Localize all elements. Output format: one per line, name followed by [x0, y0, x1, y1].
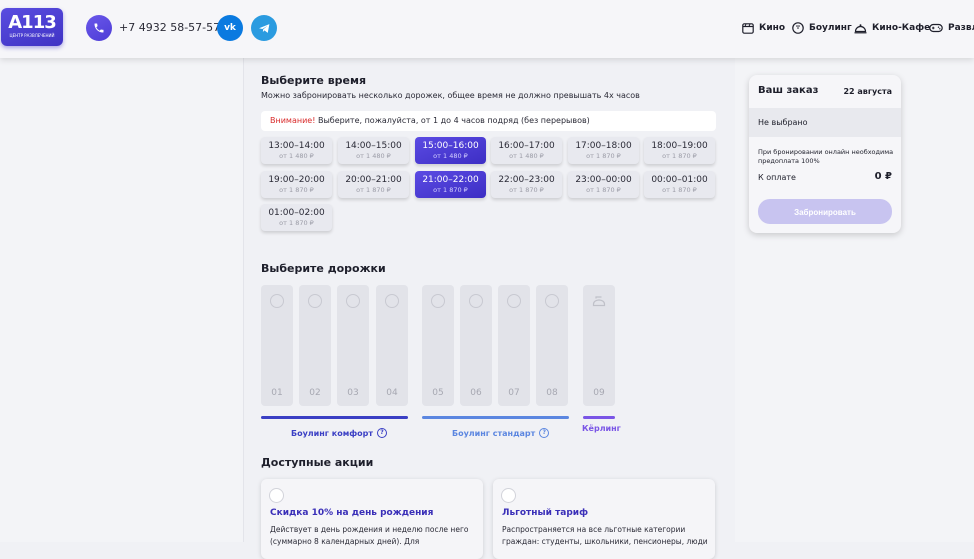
- time-slot-price: от 1 870 ₽: [662, 152, 697, 160]
- radio-circle-icon: [346, 294, 360, 308]
- time-slot-time: 17:00–18:00: [575, 141, 632, 151]
- pay-sum: 0 ₽: [874, 171, 892, 182]
- time-slot-time: 18:00–19:00: [651, 141, 708, 151]
- lane-09[interactable]: 09: [583, 285, 615, 406]
- telegram-icon[interactable]: [251, 15, 277, 41]
- lanes-section-title: Выберите дорожки: [261, 262, 386, 275]
- radio-circle-icon: [308, 294, 322, 308]
- order-header: Ваш заказ 22 августа: [749, 75, 901, 108]
- nav-item-razvlecheniya[interactable]: Развлечения: [929, 21, 974, 35]
- time-section-subtitle: Можно забронировать несколько дорожек, о…: [261, 91, 640, 100]
- time-slot[interactable]: 18:00–19:00 от 1 870 ₽: [644, 137, 715, 164]
- time-slot-price: от 1 870 ₽: [356, 186, 391, 194]
- time-slot-time: 19:00–20:00: [268, 175, 325, 185]
- time-slot-time: 01:00–02:00: [268, 208, 325, 218]
- time-slot[interactable]: 01:00–02:00 от 1 870 ₽: [261, 204, 332, 231]
- time-slot-time: 20:00–21:00: [345, 175, 402, 185]
- time-slot-time: 22:00–23:00: [498, 175, 555, 185]
- bowling-ball-icon: [792, 22, 804, 34]
- time-slot-time: 15:00–16:00: [422, 141, 479, 151]
- lane-07[interactable]: 07: [498, 285, 530, 406]
- group-bar-comfort: [261, 416, 408, 419]
- time-slot-price: от 1 480 ₽: [433, 152, 468, 160]
- group-label-standard[interactable]: Боулинг стандарт?: [452, 428, 550, 438]
- group-bar-curling: [583, 416, 615, 419]
- film-icon: [742, 22, 754, 34]
- time-slot[interactable]: 15:00–16:00 от 1 480 ₽: [415, 137, 486, 164]
- order-date: 22 августа: [843, 87, 892, 96]
- nav-item-kino[interactable]: Кино: [742, 21, 785, 35]
- help-icon[interactable]: ?: [377, 428, 388, 438]
- time-slot[interactable]: 22:00–23:00 от 1 870 ₽: [491, 171, 562, 198]
- radio-circle-icon: [270, 294, 284, 308]
- site-header: A113 ЦЕНТР РАЗВЛЕЧЕНИЙ +7 4932 58-57-57 …: [0, 0, 974, 58]
- time-slot-price: от 1 870 ₽: [279, 219, 314, 227]
- radio-circle-icon: [469, 294, 483, 308]
- order-summary: Ваш заказ 22 августа Не выбрано При брон…: [749, 75, 901, 233]
- time-slot-price: от 1 870 ₽: [279, 186, 314, 194]
- logo[interactable]: A113 ЦЕНТР РАЗВЛЕЧЕНИЙ: [1, 8, 63, 46]
- time-slot-price: от 1 480 ₽: [509, 152, 544, 160]
- time-slot-time: 16:00–17:00: [498, 141, 555, 151]
- promo-card-discount[interactable]: Льготный тариф Распространяется на все л…: [493, 479, 715, 559]
- cloche-icon: [854, 23, 867, 33]
- lane-02[interactable]: 02: [299, 285, 331, 406]
- phone-icon[interactable]: [86, 15, 112, 41]
- time-section-title: Выберите время: [261, 74, 367, 87]
- time-slot-price: от 1 870 ₽: [586, 186, 621, 194]
- time-slot[interactable]: 14:00–15:00 от 1 480 ₽: [338, 137, 409, 164]
- left-panel: [0, 58, 243, 542]
- nav-item-bowling[interactable]: Боулинг: [792, 21, 852, 35]
- gamepad-icon: [929, 23, 943, 33]
- radio-circle-icon: [431, 294, 445, 308]
- lane-05[interactable]: 05: [422, 285, 454, 406]
- order-title: Ваш заказ: [758, 85, 819, 96]
- promos-section-title: Доступные акции: [261, 456, 374, 469]
- phone-number[interactable]: +7 4932 58-57-57: [119, 21, 220, 34]
- time-slot-price: от 1 480 ₽: [279, 152, 314, 160]
- lane-04[interactable]: 04: [376, 285, 408, 406]
- time-slot-time: 13:00–14:00: [268, 141, 325, 151]
- curling-stone-icon: [592, 296, 606, 307]
- time-slot-price: от 1 480 ₽: [356, 152, 391, 160]
- order-status: Не выбрано: [749, 108, 901, 137]
- promo-card-birthday[interactable]: Скидка 10% на день рождения Действует в …: [261, 479, 483, 559]
- time-slot[interactable]: 17:00–18:00 от 1 870 ₽: [568, 137, 639, 164]
- time-slot-price: от 1 870 ₽: [509, 186, 544, 194]
- time-slot[interactable]: 20:00–21:00 от 1 870 ₽: [338, 171, 409, 198]
- time-slot[interactable]: 13:00–14:00 от 1 480 ₽: [261, 137, 332, 164]
- time-slot-time: 23:00–00:00: [575, 175, 632, 185]
- time-slot-price: от 1 870 ₽: [586, 152, 621, 160]
- vk-icon[interactable]: vk: [217, 15, 243, 41]
- prepayment-note: При бронировании онлайн необходима предо…: [758, 148, 894, 165]
- radio-circle-icon[interactable]: [269, 488, 284, 503]
- nav-item-kino-kafe[interactable]: Кино-Кафе: [854, 21, 930, 35]
- lane-03[interactable]: 03: [337, 285, 369, 406]
- group-label-comfort[interactable]: Боулинг комфорт?: [291, 428, 388, 438]
- radio-circle-icon: [545, 294, 559, 308]
- time-slot[interactable]: 19:00–20:00 от 1 870 ₽: [261, 171, 332, 198]
- time-alert: Внимание! Выберите, пожалуйста, от 1 до …: [261, 111, 716, 131]
- time-slot[interactable]: 23:00–00:00 от 1 870 ₽: [568, 171, 639, 198]
- group-bar-standard: [422, 416, 569, 419]
- lane-08[interactable]: 08: [536, 285, 568, 406]
- radio-circle-icon[interactable]: [501, 488, 516, 503]
- lane-01[interactable]: 01: [261, 285, 293, 406]
- time-slot-price: от 1 870 ₽: [433, 186, 468, 194]
- time-slot-time: 21:00–22:00: [422, 175, 479, 185]
- time-slot-time: 00:00–01:00: [651, 175, 708, 185]
- time-slot[interactable]: 21:00–22:00 от 1 870 ₽: [415, 171, 486, 198]
- time-slot[interactable]: 00:00–01:00 от 1 870 ₽: [644, 171, 715, 198]
- radio-circle-icon: [507, 294, 521, 308]
- radio-circle-icon: [385, 294, 399, 308]
- help-icon[interactable]: ?: [539, 428, 550, 438]
- group-label-curling[interactable]: Кёрлинг: [582, 424, 621, 433]
- lane-06[interactable]: 06: [460, 285, 492, 406]
- time-slot-price: от 1 870 ₽: [662, 186, 697, 194]
- time-slot-time: 14:00–15:00: [345, 141, 402, 151]
- time-slot[interactable]: 16:00–17:00 от 1 480 ₽: [491, 137, 562, 164]
- book-button[interactable]: Забронировать: [758, 199, 892, 224]
- pay-label: К оплате: [758, 173, 796, 182]
